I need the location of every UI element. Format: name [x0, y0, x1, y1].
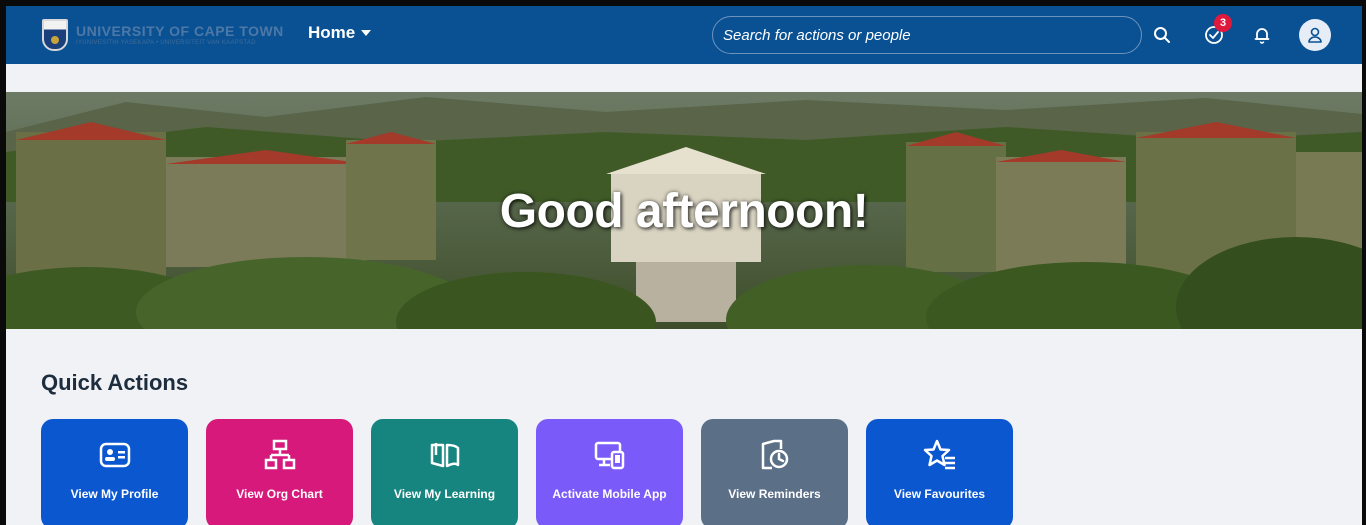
- view-favourites-tile[interactable]: View Favourites: [866, 419, 1013, 525]
- org-chart-icon: [262, 437, 298, 473]
- view-my-learning-tile[interactable]: View My Learning: [371, 419, 518, 525]
- greeting-text: Good afternoon!: [499, 185, 869, 238]
- notification-badge: 3: [1214, 14, 1232, 32]
- tile-label: View Favourites: [893, 487, 986, 501]
- person-icon: [1308, 27, 1322, 43]
- logo-text: UNIVERSITY OF CAPE TOWN: [76, 23, 284, 39]
- quick-actions-list: View My Profile View Org Chart View My L…: [41, 419, 1013, 525]
- view-my-profile-tile[interactable]: View My Profile: [41, 419, 188, 525]
- tile-label: View My Profile: [70, 487, 159, 501]
- todo-button[interactable]: 3: [1202, 14, 1232, 47]
- tile-label: View Reminders: [728, 487, 821, 501]
- activate-mobile-app-tile[interactable]: Activate Mobile App: [536, 419, 683, 525]
- shell-bar: UNIVERSITY OF CAPE TOWN IYUNIVESITHI YAS…: [6, 6, 1362, 64]
- profile-card-icon: [97, 437, 133, 473]
- search-icon[interactable]: [1150, 23, 1174, 47]
- tile-label: View My Learning: [393, 487, 496, 501]
- tile-label: Activate Mobile App: [552, 487, 667, 501]
- home-menu-button[interactable]: Home: [308, 23, 372, 43]
- reminder-clock-icon: [757, 437, 793, 473]
- app-frame: UNIVERSITY OF CAPE TOWN IYUNIVESITHI YAS…: [6, 6, 1362, 525]
- logo-subtext: IYUNIVESITHI YASEKAPA • UNIVERSITEIT VAN…: [76, 40, 256, 46]
- caret-down-icon: [361, 30, 372, 36]
- hero-banner: Good afternoon!: [6, 92, 1362, 329]
- university-logo[interactable]: UNIVERSITY OF CAPE TOWN IYUNIVESITHI YAS…: [42, 17, 284, 53]
- tile-label: View Org Chart: [236, 487, 323, 501]
- star-list-icon: [922, 437, 958, 473]
- quick-actions-title: Quick Actions: [41, 370, 189, 395]
- open-book-icon: [427, 437, 463, 473]
- crest-icon: [42, 19, 68, 51]
- bell-icon[interactable]: [1250, 23, 1274, 47]
- home-menu-label: Home: [308, 23, 356, 42]
- view-org-chart-tile[interactable]: View Org Chart: [206, 419, 353, 525]
- search-input[interactable]: [712, 16, 1142, 54]
- view-reminders-tile[interactable]: View Reminders: [701, 419, 848, 525]
- user-avatar[interactable]: [1299, 19, 1331, 51]
- devices-icon: [592, 437, 628, 473]
